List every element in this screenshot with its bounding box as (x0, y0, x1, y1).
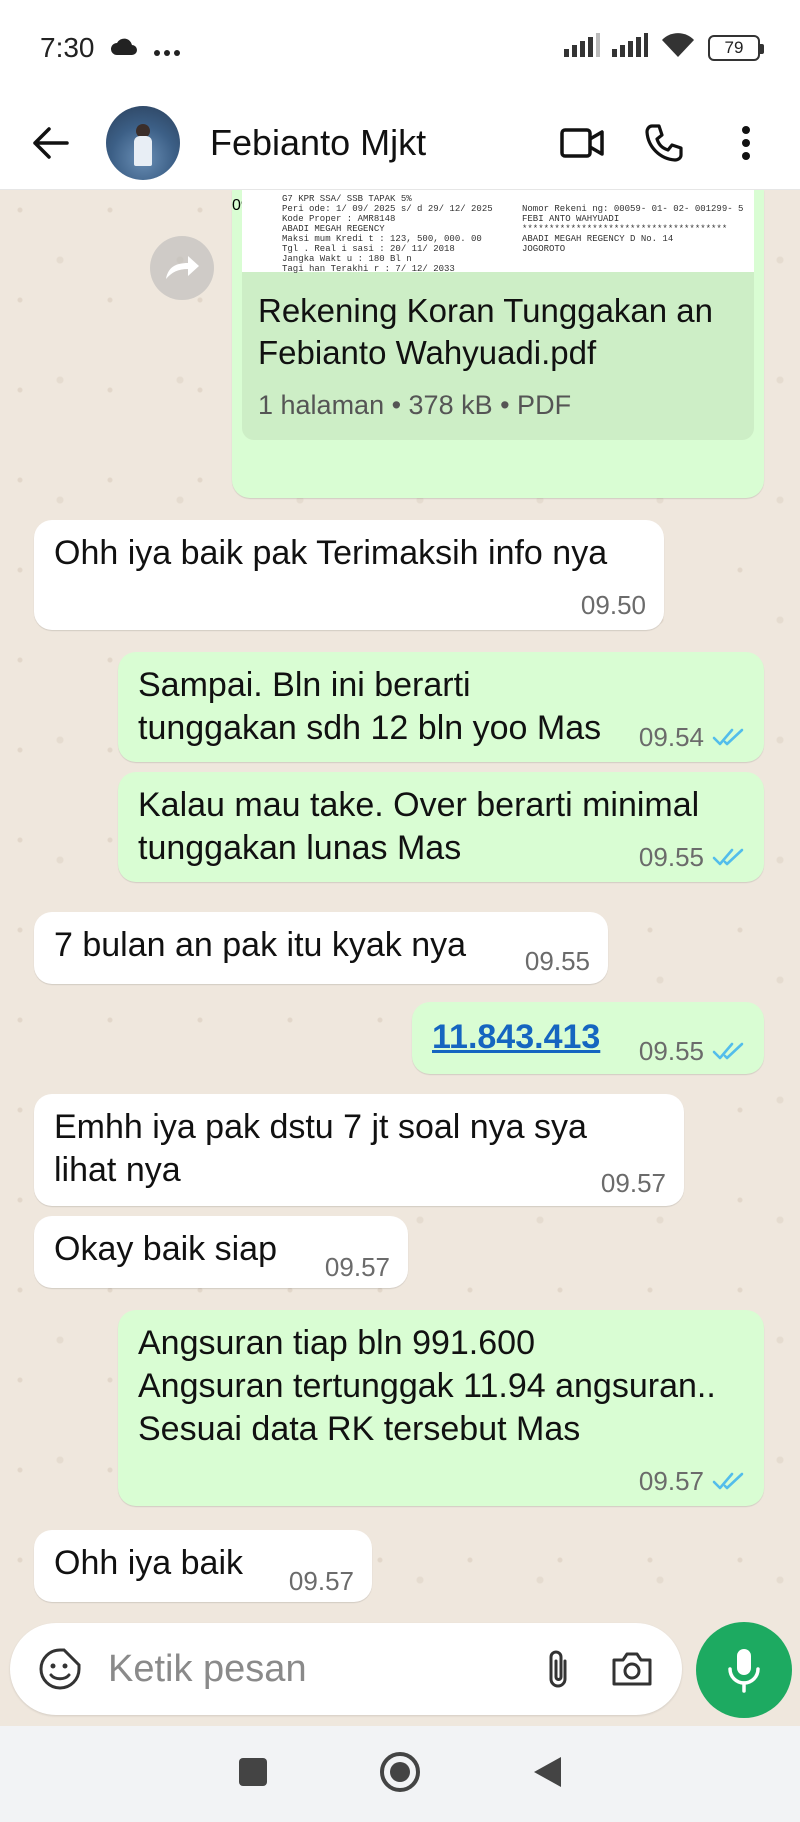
voice-call-icon[interactable] (634, 113, 694, 173)
incoming-message[interactable]: Okay baik siap 09.57 (34, 1216, 408, 1288)
preview-line: FEBI ANTO WAHYUADI (522, 214, 620, 224)
more-notifications-icon (153, 32, 181, 64)
signal-icon (564, 32, 600, 64)
message-text: 7 bulan an pak itu kyak nya (54, 926, 467, 964)
message-time: 09.57 (325, 1252, 390, 1282)
microphone-icon (728, 1649, 760, 1693)
status-right: 79 (564, 32, 764, 65)
preview-line: ************************************** (522, 224, 728, 234)
message-text: Sampai. Bln ini berarti tunggakan sdh 12… (138, 666, 602, 747)
document-message[interactable]: G7 KPR SSA/ SSB TAPAK 5% Peri ode: 1/ 09… (232, 190, 764, 498)
navigation-bar (0, 1726, 800, 1822)
signal-icon-2 (612, 32, 648, 64)
message-line: Angsuran tiap bln 991.600 (138, 1324, 535, 1362)
forward-icon[interactable] (150, 236, 214, 300)
message-line: Angsuran tertunggak 11.94 angsuran.. (138, 1367, 716, 1405)
document-card[interactable]: G7 KPR SSA/ SSB TAPAK 5% Peri ode: 1/ 09… (242, 190, 754, 440)
back-arrow-icon[interactable] (24, 116, 78, 170)
read-ticks-icon (712, 848, 744, 866)
incoming-message[interactable]: 7 bulan an pak itu kyak nya 09.55 (34, 912, 608, 984)
battery-level: 79 (724, 38, 744, 57)
time-text: 09.55 (638, 1036, 704, 1066)
message-time: 09.54 (639, 722, 746, 752)
outgoing-message[interactable]: Angsuran tiap bln 991.600 Angsuran tertu… (118, 1310, 764, 1506)
message-time: 09.50 (581, 590, 646, 620)
message-text: Emhh iya pak dstu 7 jt soal nya sya liha… (54, 1108, 587, 1189)
time-text: 09.57 (324, 1252, 390, 1282)
message-time: 09.57 (289, 1566, 354, 1596)
chat-header: Febianto Mjkt (0, 96, 800, 190)
preview-line: Peri ode: 1/ 09/ 2025 s/ d 29/ 12/ 2025 (282, 204, 493, 214)
preview-line: Tgl . Real i sasi : 20/ 11/ 2018 (282, 244, 455, 254)
avatar[interactable] (106, 105, 180, 180)
message-time: 09.55 (525, 946, 590, 976)
message-time: 09.55 (639, 1036, 746, 1066)
cloud-icon (109, 32, 139, 64)
outgoing-message[interactable]: Kalau mau take. Over berarti minimal tun… (118, 772, 764, 882)
camera-icon[interactable] (604, 1641, 660, 1697)
message-time: 09.57 (639, 1466, 746, 1496)
more-options-icon[interactable] (716, 113, 776, 173)
back-button[interactable] (531, 1755, 563, 1794)
message-time: 09.57 (601, 1168, 666, 1198)
time-text: 09.57 (600, 1168, 666, 1198)
chat-area[interactable]: G7 KPR SSA/ SSB TAPAK 5% Peri ode: 1/ 09… (0, 190, 800, 1608)
voice-record-button[interactable] (696, 1622, 792, 1718)
number-link[interactable]: 11.843.413 (432, 1018, 600, 1056)
preview-line: Maksi mum Kredi t : 123, 500, 000. 00 (282, 234, 482, 244)
preview-line: Nomor Rekeni ng: 00059- 01- 02- 001299- … (522, 204, 744, 214)
preview-line: ABADI MEGAH REGENCY (282, 224, 385, 234)
message-input[interactable]: Ketik pesan (108, 1648, 512, 1691)
time-text: 09.55 (638, 842, 704, 872)
sticker-icon[interactable] (32, 1641, 88, 1697)
incoming-message[interactable]: Ohh iya baik 09.57 (34, 1530, 372, 1602)
preview-line: ABADI MEGAH REGENCY D No. 14 (522, 234, 674, 244)
outgoing-message[interactable]: 11.843.413 09.55 (412, 1002, 764, 1074)
document-title: Rekening Koran Tunggakan an Febianto Wah… (258, 292, 714, 371)
preview-line: JOGOROTO (522, 244, 566, 254)
read-ticks-icon (712, 728, 744, 746)
incoming-message[interactable]: Ohh iya baik pak Terimaksih info nya 09.… (34, 520, 664, 630)
read-ticks-icon (712, 1472, 744, 1490)
outgoing-message[interactable]: Sampai. Bln ini berarti tunggakan sdh 12… (118, 652, 764, 762)
preview-left-column: G7 KPR SSA/ SSB TAPAK 5% Peri ode: 1/ 09… (282, 194, 493, 274)
message-line: Sesuai data RK tersebut Mas (138, 1410, 581, 1448)
status-bar: 7:30 79 (0, 0, 800, 96)
contact-name[interactable]: Febianto Mjkt (210, 122, 530, 164)
attach-icon[interactable] (530, 1641, 586, 1697)
preview-line: Jangka Wakt u : 180 Bl n (282, 254, 412, 264)
incoming-message[interactable]: Emhh iya pak dstu 7 jt soal nya sya liha… (34, 1094, 684, 1206)
wifi-icon (660, 32, 696, 65)
message-text: Angsuran tiap bln 991.600 Angsuran tertu… (138, 1322, 744, 1451)
preview-line: G7 KPR SSA/ SSB TAPAK 5% (282, 194, 412, 204)
message-time: 09.55 (639, 842, 746, 872)
video-call-icon[interactable] (552, 113, 612, 173)
document-meta: 1 halaman • 378 kB • PDF (258, 390, 572, 420)
read-ticks-icon (712, 1042, 744, 1060)
document-preview: G7 KPR SSA/ SSB TAPAK 5% Peri ode: 1/ 09… (242, 190, 754, 274)
message-composer[interactable]: Ketik pesan (10, 1623, 682, 1715)
time-text: 09.55 (524, 946, 590, 976)
time-text: 09.50 (580, 590, 646, 620)
status-left: 7:30 (40, 32, 181, 64)
time-text: 09.57 (638, 1466, 704, 1496)
preview-line: Kode Proper : AMR8148 (282, 214, 396, 224)
time-text: 09.57 (288, 1566, 354, 1596)
message-text: Ohh iya baik pak Terimaksih info nya (54, 534, 608, 572)
home-button[interactable] (379, 1751, 421, 1798)
battery-icon: 79 (708, 35, 764, 61)
preview-right-column: Nomor Rekeni ng: 00059- 01- 02- 001299- … (522, 204, 743, 254)
preview-line: Tagi han Terakhi r : 7/ 12/ 2033 (282, 264, 455, 274)
time-text: 09.54 (638, 722, 704, 752)
status-time: 7:30 (40, 32, 95, 63)
recent-apps-button[interactable] (237, 1756, 269, 1793)
